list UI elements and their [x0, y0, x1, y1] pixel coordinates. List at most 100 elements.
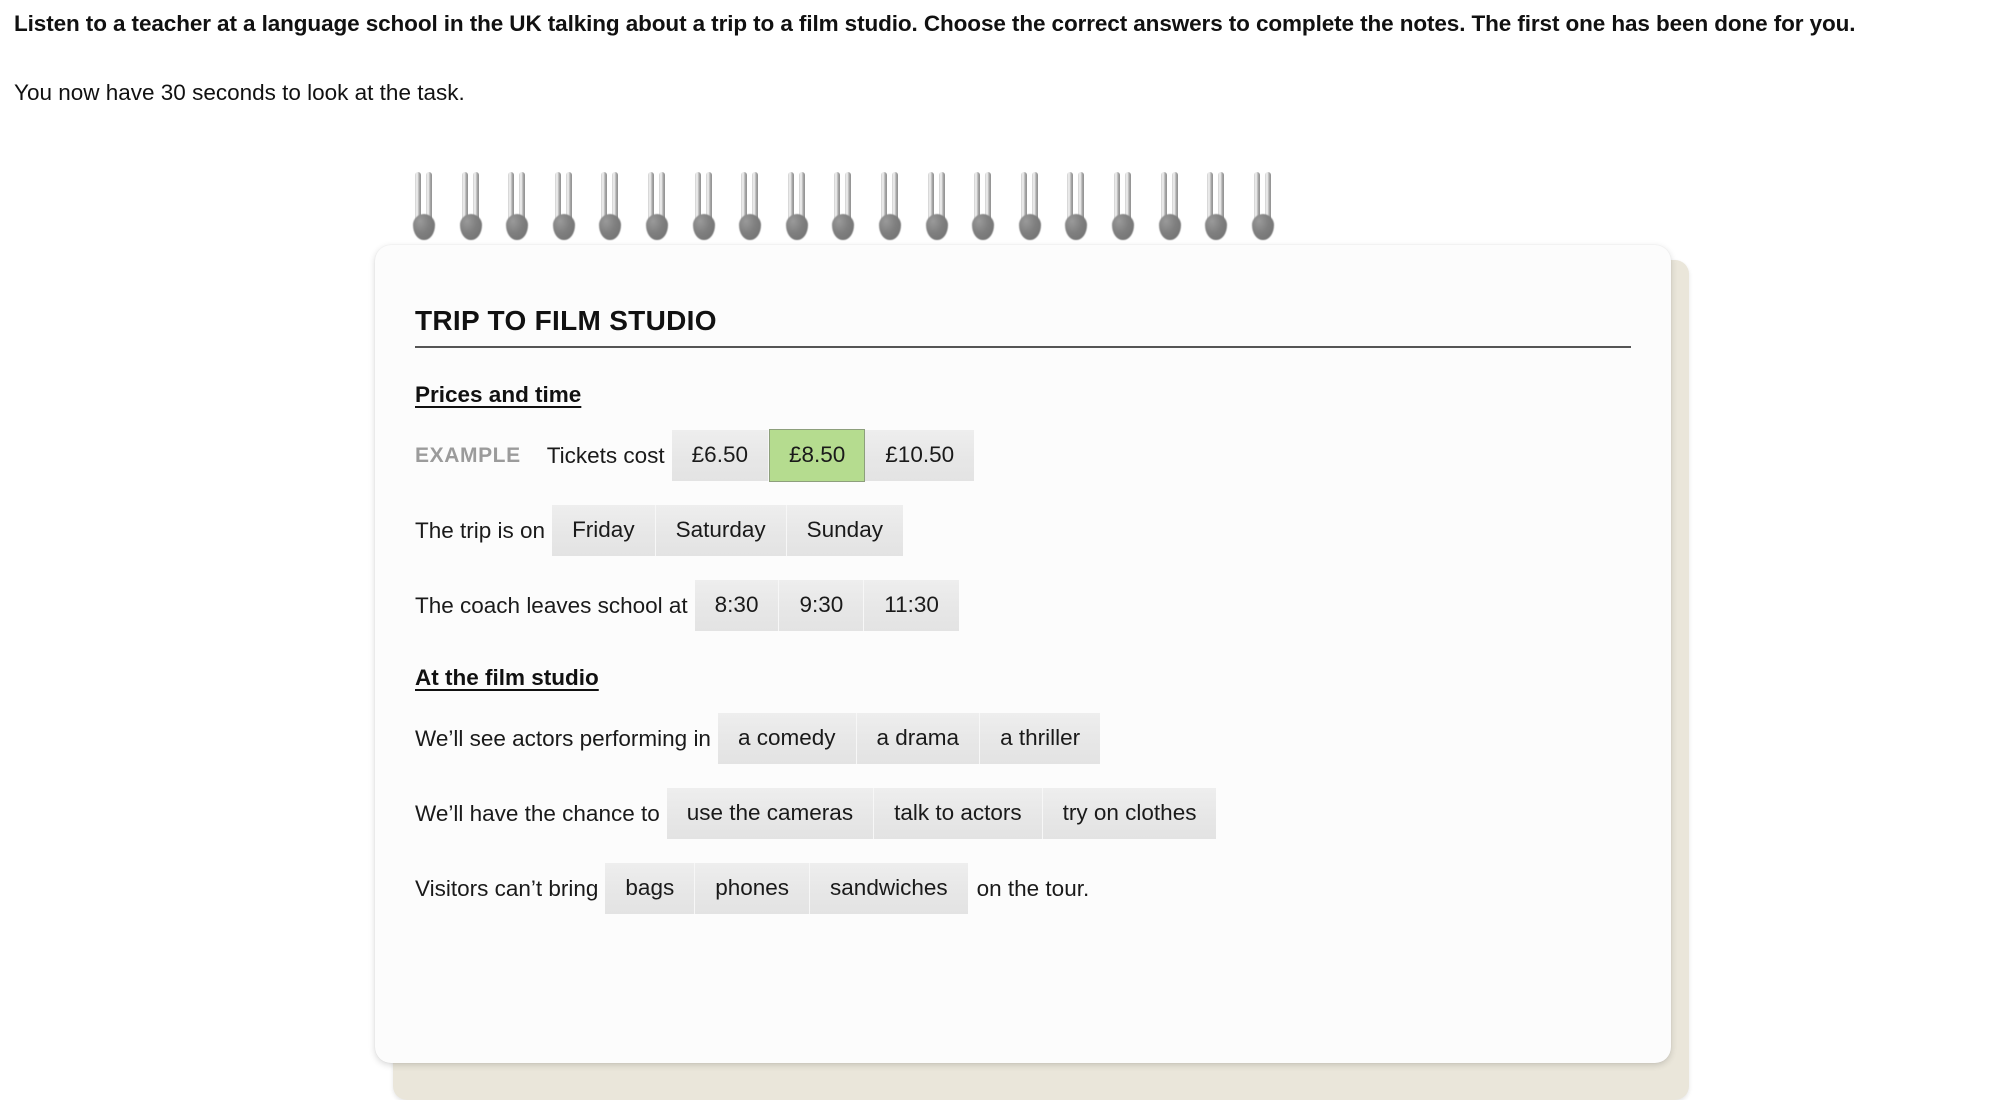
- notepad: TRIP TO FILM STUDIO Prices and time EXAMP…: [375, 172, 1689, 1100]
- task-instructions: Listen to a teacher at a language school…: [14, 8, 1989, 109]
- option-button[interactable]: a drama: [856, 713, 981, 764]
- spiral-ring-prong-left: [927, 172, 934, 230]
- question-lead-text: We’ll have the chance to: [415, 800, 660, 826]
- spiral-ring-prong-right: [752, 172, 759, 230]
- section-heading: At the film studio: [415, 665, 599, 690]
- spiral-ring-bulb: [1018, 214, 1041, 240]
- spiral-ring-bulb: [413, 214, 435, 240]
- option-button[interactable]: 11:30: [864, 580, 959, 631]
- sections-container: Prices and time EXAMPLE Tickets cost £6.50 £…: [415, 348, 1631, 914]
- spiral-ring-prong-left: [1160, 172, 1167, 230]
- spiral-ring-bulb: [785, 214, 808, 240]
- spiral-ring-prong-left: [787, 172, 794, 230]
- spiral-ring-prong-right: [705, 172, 712, 230]
- example-label: EXAMPLE: [415, 443, 521, 467]
- spiral-ring-bulb: [925, 214, 948, 240]
- spiral-ring-bulb: [506, 214, 529, 240]
- spiral-ring-prong-right: [519, 172, 526, 230]
- spiral-ring-prong-right: [938, 172, 945, 230]
- spiral-ring-prong-right: [1264, 172, 1271, 230]
- spiral-ring-bulb: [832, 214, 855, 240]
- spiral-ring-prong-right: [426, 172, 432, 230]
- spiral-ring-prong-right: [565, 172, 572, 230]
- spiral-ring-prong-left: [601, 172, 608, 230]
- spiral-ring-prong-left: [834, 172, 841, 230]
- option-button[interactable]: talk to actors: [874, 788, 1043, 839]
- spiral-ring-bulb: [1065, 214, 1088, 240]
- option-group: use the cameras talk to actors try on clot…: [666, 788, 1217, 839]
- option-group: Friday Saturday Sunday: [552, 505, 903, 556]
- spiral-ring-prong-left: [1067, 172, 1074, 230]
- spiral-ring-bulb: [1251, 214, 1274, 240]
- spiral-ring-prong-right: [891, 172, 898, 230]
- spiral-ring-prong-left: [694, 172, 701, 230]
- spiral-ring-prong-left: [1020, 172, 1027, 230]
- spiral-ring-bulb: [1205, 214, 1228, 240]
- question-row: The coach leaves school at 8:30 9:30 11:30: [415, 556, 1631, 631]
- spiral-ring-prong-left: [554, 172, 561, 230]
- question-lead-text: We’ll see actors performing in: [415, 725, 711, 751]
- spiral-ring-bulb: [645, 214, 668, 240]
- spiral-ring-prong-left: [741, 172, 748, 230]
- spiral-ring-prong-right: [1171, 172, 1178, 230]
- notepad-content: TRIP TO FILM STUDIO Prices and time EXAMP…: [415, 305, 1631, 914]
- option-button[interactable]: 9:30: [779, 580, 865, 631]
- spiral-ring-bulb: [739, 214, 762, 240]
- option-button[interactable]: £6.50: [671, 430, 769, 481]
- spiral-ring-prong-right: [1218, 172, 1225, 230]
- option-button-selected[interactable]: £8.50: [768, 429, 866, 482]
- spiral-ring-prong-left: [1113, 172, 1120, 230]
- spiral-ring-prong-left: [880, 172, 887, 230]
- option-button[interactable]: £10.50: [865, 430, 975, 481]
- spiral-ring-prong-left: [508, 172, 515, 230]
- option-button[interactable]: Friday: [552, 505, 656, 556]
- option-button[interactable]: phones: [695, 863, 811, 914]
- question-row: Visitors can’t bring bags phones sandwiches…: [415, 839, 1631, 914]
- spiral-ring-bulb: [552, 214, 575, 240]
- spiral-ring-prong-left: [461, 172, 468, 230]
- spiral-ring-prong-right: [472, 172, 479, 230]
- spiral-ring-prong-left: [1207, 172, 1214, 230]
- instruction-primary: Listen to a teacher at a language school…: [14, 11, 1856, 36]
- option-group: 8:30 9:30 11:30: [694, 580, 959, 631]
- instruction-timing: You now have 30 seconds to look at the t…: [14, 79, 465, 105]
- question-lead-text: Tickets cost: [546, 442, 665, 468]
- spiral-ring-bulb: [878, 214, 901, 240]
- option-button[interactable]: 8:30: [694, 580, 780, 631]
- spiral-ring-prong-left: [415, 172, 421, 230]
- question-lead-text: The coach leaves school at: [415, 592, 688, 618]
- question-lead-text: The trip is on: [415, 517, 546, 543]
- option-group: £6.50 £8.50 £10.50: [671, 429, 975, 482]
- option-button[interactable]: Saturday: [655, 505, 787, 556]
- spiral-ring-prong-left: [974, 172, 981, 230]
- spiral-ring-prong-right: [658, 172, 665, 230]
- spiral-ring-prong-right: [845, 172, 852, 230]
- question-row: The trip is on Friday Saturday Sunday: [415, 481, 1631, 556]
- spiral-ring-prong-left: [647, 172, 654, 230]
- spiral-ring-bulb: [1111, 214, 1134, 240]
- spiral-ring-bulb: [599, 214, 622, 240]
- spiral-ring-bulb: [459, 214, 482, 240]
- spiral-ring-prong-right: [1124, 172, 1131, 230]
- spiral-ring-bulb: [972, 214, 995, 240]
- spiral-ring-prong-right: [985, 172, 992, 230]
- question-row: EXAMPLE Tickets cost £6.50 £8.50 £10.50: [415, 408, 1631, 482]
- option-group: a comedy a drama a thriller: [717, 713, 1101, 764]
- spiral-ring-prong-right: [798, 172, 805, 230]
- option-button[interactable]: a thriller: [980, 713, 1101, 764]
- option-button[interactable]: try on clothes: [1042, 788, 1217, 839]
- question-row: We’ll see actors performing in a comedy a …: [415, 691, 1631, 764]
- option-button[interactable]: Sunday: [786, 505, 903, 556]
- question-trail-text: on the tour.: [976, 875, 1090, 901]
- spiral-ring-prong-right: [1031, 172, 1038, 230]
- section-heading: Prices and time: [415, 382, 582, 407]
- question-row: We’ll have the chance to use the cameras t…: [415, 764, 1631, 839]
- option-button[interactable]: a comedy: [717, 713, 857, 764]
- option-button[interactable]: sandwiches: [810, 863, 968, 914]
- question-lead-text: Visitors can’t bring: [415, 875, 599, 901]
- option-button[interactable]: bags: [605, 863, 696, 914]
- spiral-ring-bulb: [692, 214, 715, 240]
- option-group: bags phones sandwiches: [605, 863, 968, 914]
- option-button[interactable]: use the cameras: [666, 788, 875, 839]
- spiral-ring-prong-left: [1253, 172, 1260, 230]
